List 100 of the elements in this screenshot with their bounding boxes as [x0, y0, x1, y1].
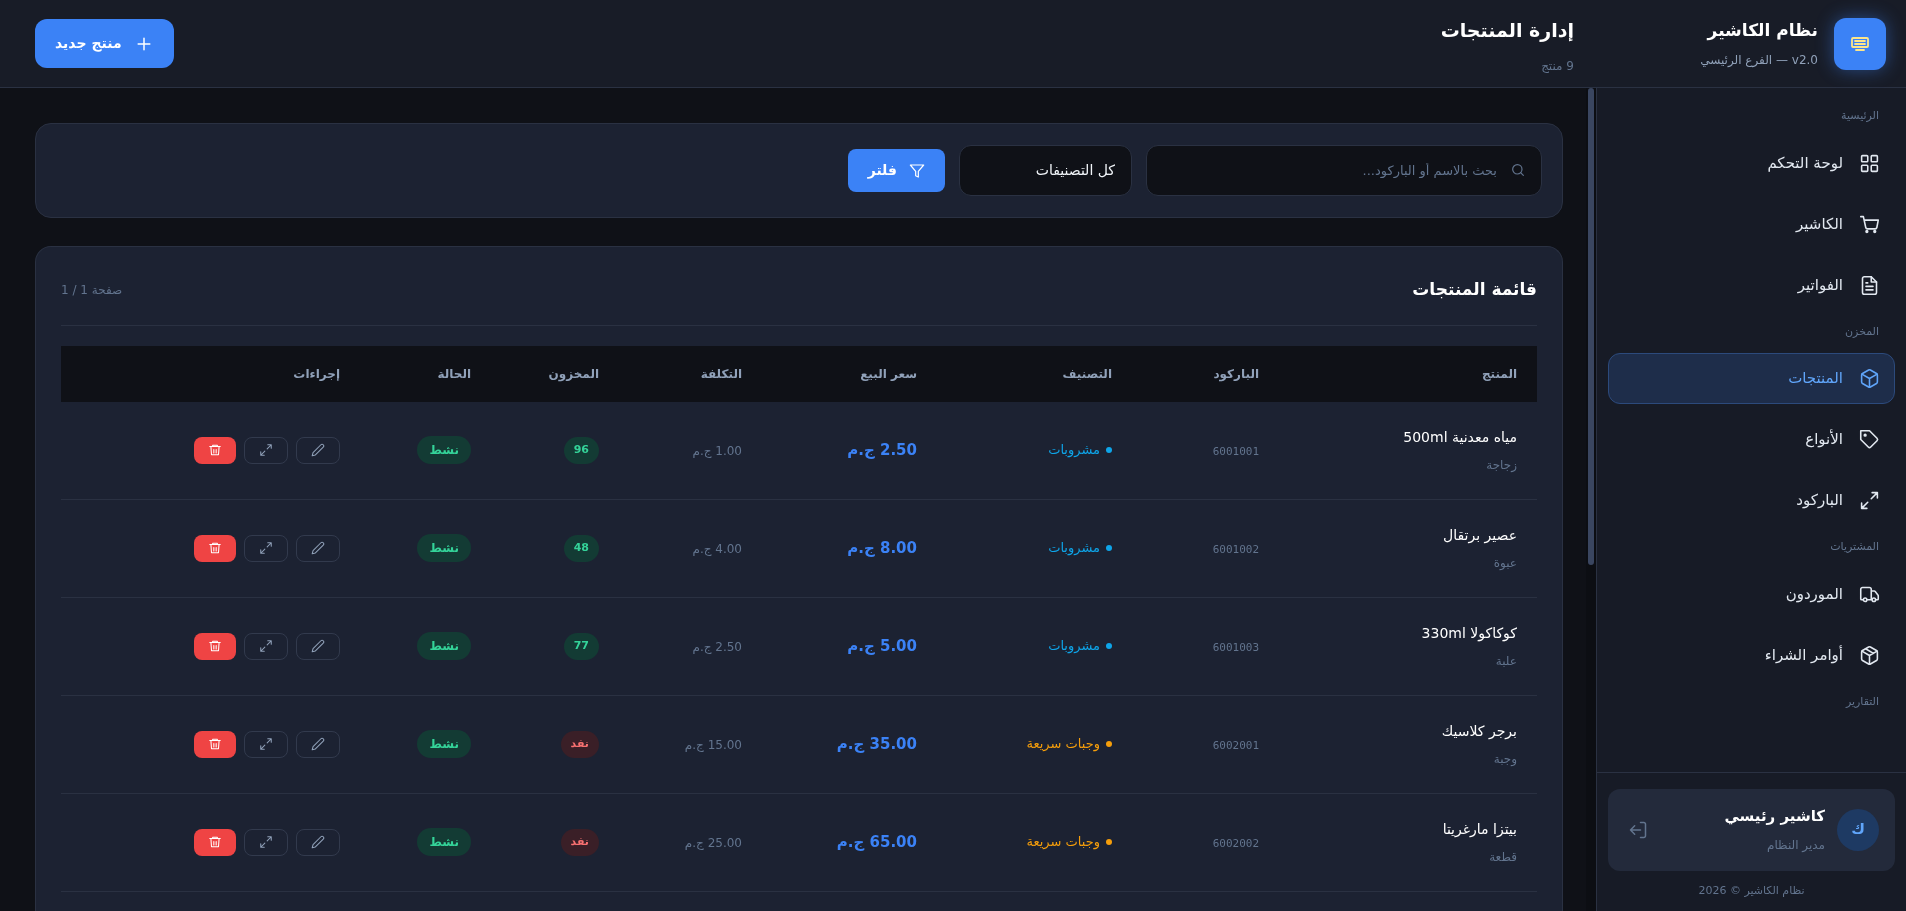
column-header: سعر البيع	[859, 365, 918, 383]
app-subtitle: v2.0 — الفرع الرئيسي	[1700, 52, 1818, 70]
stock-badge: نفد	[560, 731, 599, 758]
nav-item[interactable]: المنتجات	[1608, 353, 1895, 404]
barcode-text: 6002002	[1212, 837, 1259, 850]
app-title: نظام الكاشير	[1705, 18, 1818, 43]
stock-badge: 96	[563, 437, 599, 464]
user-name: كاشير رئيسي	[1723, 806, 1825, 828]
section-label: المشتريات	[1829, 539, 1880, 555]
column-header: التكلفة	[699, 365, 743, 383]
logout-icon	[1628, 819, 1648, 840]
cost-price: 4.00 ج.م	[692, 542, 742, 556]
nav-item[interactable]: الفواتير	[1608, 259, 1895, 311]
barcode-text: 6001002	[1212, 543, 1259, 556]
cost-price: 2.50 ج.م	[692, 640, 742, 654]
pencil-icon	[311, 541, 325, 555]
expand-icon	[259, 541, 273, 555]
barcode-text: 6001003	[1212, 641, 1259, 654]
nav-item[interactable]: الأنواع	[1608, 414, 1895, 465]
barcode-text: 6002001	[1212, 739, 1259, 752]
document-icon	[1859, 274, 1880, 296]
trash-icon	[208, 639, 222, 653]
cost-price: 1.00 ج.م	[692, 444, 742, 458]
column-header: الباركود	[1212, 365, 1260, 383]
edit-button[interactable]	[296, 632, 340, 660]
delete-button[interactable]	[194, 828, 236, 856]
nav-item[interactable]: الكاشير	[1608, 198, 1895, 250]
cube-icon	[1859, 368, 1880, 389]
column-header: المخزون	[547, 365, 600, 383]
product-name: بيتزا مارغريتا	[1441, 819, 1517, 839]
product-unit: عبوة	[1492, 554, 1517, 572]
product-unit: وجبة	[1492, 750, 1517, 768]
trash-icon	[208, 541, 222, 555]
expand-button[interactable]	[244, 534, 288, 562]
sale-price: 65.00 ج.م	[836, 833, 917, 851]
pencil-icon	[311, 737, 325, 751]
grid-icon	[1859, 152, 1880, 174]
column-header: إجراءات	[292, 365, 341, 383]
category-dropdown[interactable]: كل التصنيفات	[959, 145, 1132, 196]
user-avatar: ك	[1837, 808, 1879, 851]
delete-button[interactable]	[194, 436, 236, 464]
product-name: عصير برتقال	[1442, 525, 1517, 546]
edit-button[interactable]	[296, 534, 340, 562]
status-badge: نشط	[417, 730, 471, 758]
nav-item[interactable]: لوحة التحكم	[1608, 137, 1895, 189]
product-unit: زجاجة	[1485, 456, 1517, 474]
product-name: برجر كلاسيك	[1440, 721, 1517, 742]
delete-button[interactable]	[194, 730, 236, 758]
expand-button[interactable]	[244, 828, 288, 856]
category-label: وجبات سريعة	[1026, 833, 1100, 852]
copyright: نظام الكاشير © 2026	[1698, 882, 1805, 899]
pagination-label: صفحة 1 / 1	[61, 281, 123, 299]
product-name: كوكاكولا 330ml	[1420, 623, 1517, 644]
edit-button[interactable]	[296, 828, 340, 856]
stock-badge: نفد	[560, 829, 599, 856]
column-header: المنتج	[1480, 365, 1518, 383]
nav-item[interactable]: أوامر الشراء	[1608, 629, 1895, 681]
delete-button[interactable]	[194, 632, 236, 660]
product-name: مياه معدنية 500ml	[1402, 427, 1517, 447]
product-unit: قطعة	[1488, 848, 1517, 866]
nav-item[interactable]: الموردون	[1608, 568, 1895, 620]
cost-price: 15.00 ج.م	[684, 738, 742, 752]
pencil-icon	[311, 443, 325, 457]
delete-button[interactable]	[194, 534, 236, 562]
category-label: مشروبات	[1048, 441, 1100, 460]
section-label: التقارير	[1844, 693, 1880, 710]
new-product-button[interactable]: منتج جديد	[35, 19, 174, 68]
product-unit: علبة	[1494, 652, 1517, 670]
expand-icon	[259, 835, 273, 849]
trash-icon	[208, 443, 222, 457]
expand-icon	[259, 639, 273, 653]
expand-icon	[259, 737, 273, 751]
expand-icon	[259, 443, 273, 457]
edit-button[interactable]	[296, 730, 340, 758]
sale-price: 5.00 ج.م	[847, 637, 917, 655]
status-badge: نشط	[417, 828, 471, 856]
cart-icon	[1859, 213, 1880, 235]
table-title: قائمة المنتجات	[1412, 278, 1537, 301]
edit-button[interactable]	[296, 436, 340, 464]
category-label: مشروبات	[1048, 637, 1100, 656]
sale-price: 8.00 ج.م	[847, 539, 917, 557]
user-role: مدير النظام	[1765, 836, 1825, 854]
cost-price: 25.00 ج.م	[684, 836, 742, 850]
box-icon	[1859, 644, 1880, 666]
nav-item[interactable]: الباركود	[1608, 475, 1895, 526]
status-badge: نشط	[417, 632, 471, 660]
filter-button[interactable]: فلتر	[847, 149, 945, 192]
search-icon	[1510, 162, 1526, 178]
expand-button[interactable]	[244, 632, 288, 660]
pencil-icon	[311, 639, 325, 653]
product-count: 9 منتج	[1540, 57, 1574, 75]
stock-badge: 48	[563, 535, 599, 562]
category-label: وجبات سريعة	[1026, 735, 1100, 754]
expand-button[interactable]	[244, 436, 288, 464]
status-badge: نشط	[417, 436, 471, 464]
category-label: مشروبات	[1048, 539, 1100, 558]
expand-button[interactable]	[244, 730, 288, 758]
stock-badge: 77	[563, 633, 599, 660]
trash-icon	[208, 737, 222, 751]
barcode-text: 6001001	[1212, 445, 1259, 458]
